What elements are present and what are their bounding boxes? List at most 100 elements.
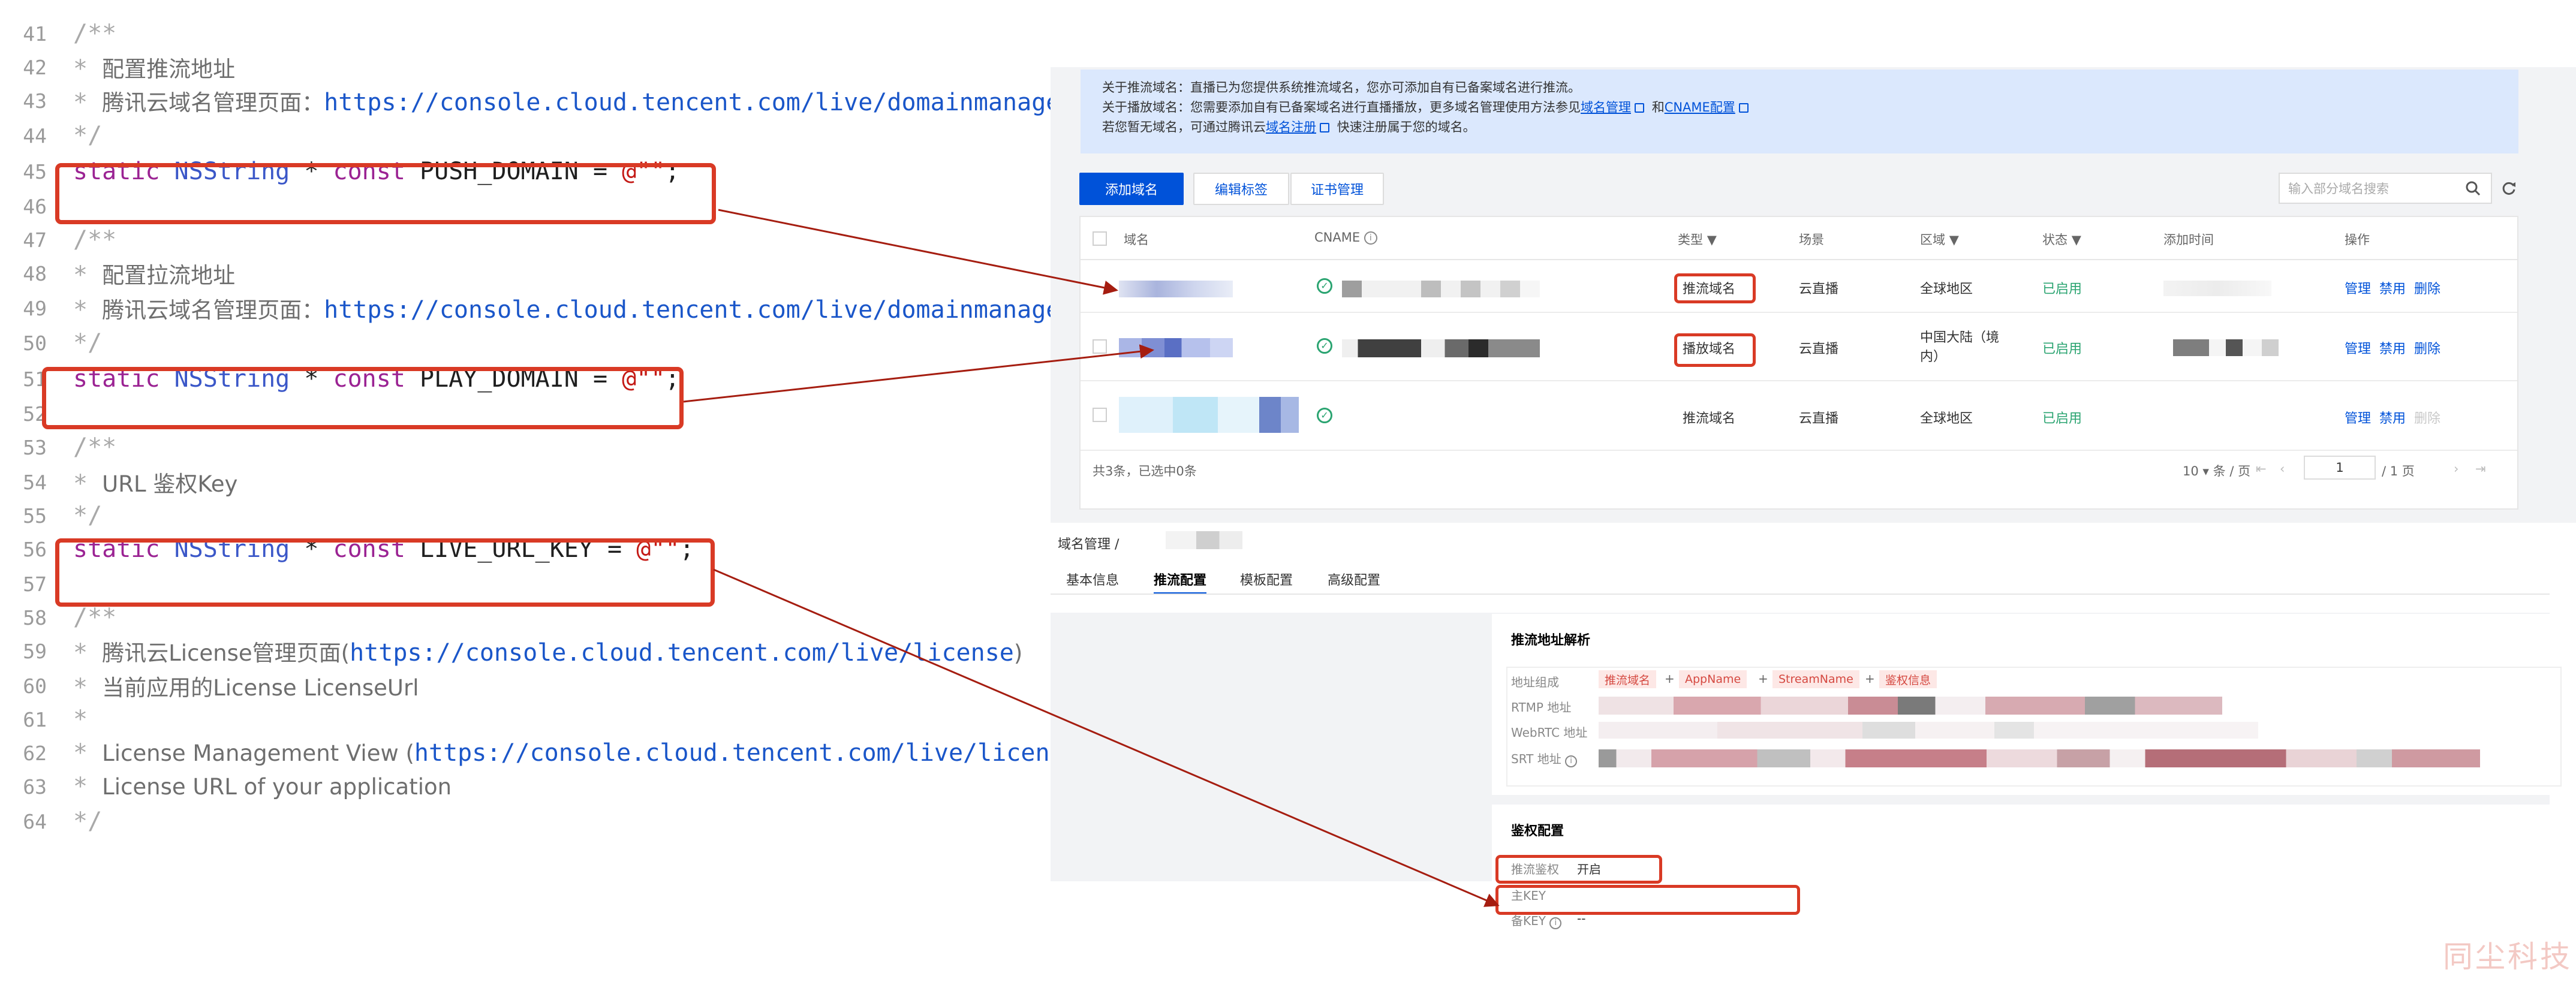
info-icon[interactable]: i bbox=[1364, 231, 1377, 245]
line-number: 44 bbox=[23, 123, 47, 147]
region-line-2: 内） bbox=[1920, 350, 1947, 365]
domain-scene: 云直播 bbox=[1799, 342, 1839, 357]
info-icon[interactable]: i bbox=[1565, 755, 1578, 767]
line-number: 48 bbox=[23, 261, 47, 285]
filter-icon[interactable]: ▼ bbox=[1949, 233, 1959, 247]
cert-manage-button[interactable]: 证书管理 bbox=[1290, 173, 1384, 205]
highlight-push-type bbox=[1674, 273, 1756, 303]
row-checkbox[interactable] bbox=[1093, 339, 1107, 354]
code-editor[interactable]: 41/** 42 * 配置推流地址 43 * 腾讯云域名管理页面：https://c… bbox=[0, 0, 1051, 899]
search-icon[interactable] bbox=[2464, 180, 2481, 197]
code-line: 64 */ bbox=[0, 805, 1051, 838]
line-number: 64 bbox=[23, 809, 47, 833]
line-number: 46 bbox=[23, 194, 47, 218]
table-row[interactable]: ✓ 推流域名 云直播 全球地区 已启用 管理 禁用 删除 bbox=[1081, 381, 2517, 451]
col-cname-label: CNAME bbox=[1314, 230, 1361, 245]
cname-config-link[interactable]: CNAME配置 bbox=[1665, 100, 1735, 115]
line-number: 45 bbox=[23, 159, 47, 183]
code-text: /** bbox=[60, 433, 116, 461]
page-size-select[interactable]: 10 ▾ 条 / 页 bbox=[2183, 462, 2250, 480]
tab-basic-info[interactable]: 基本信息 bbox=[1066, 570, 1119, 589]
manage-link[interactable]: 管理 bbox=[2345, 408, 2371, 427]
manage-link[interactable]: 管理 bbox=[2345, 278, 2371, 297]
backup-key-text: 备KEY bbox=[1511, 914, 1546, 928]
redacted-webrtc-url bbox=[1599, 722, 2258, 739]
code-text: * 配置拉流地址 bbox=[60, 257, 235, 290]
code-text: * bbox=[60, 706, 88, 733]
breadcrumb[interactable]: 域名管理 / bbox=[1058, 534, 1119, 553]
domain-region: 全球地区 bbox=[1920, 282, 1973, 297]
domain-search-input[interactable]: 输入部分域名搜索 bbox=[2279, 173, 2492, 204]
page-size-value: 10 bbox=[2183, 464, 2199, 478]
notice-line-3: 若您暂无域名，可通过腾讯云域名注册 快速注册属于您的域名。 bbox=[1102, 118, 2497, 137]
tab-advanced-config[interactable]: 高级配置 bbox=[1328, 570, 1380, 589]
comment-token: /** bbox=[73, 20, 117, 47]
domain-register-link[interactable]: 域名注册 bbox=[1266, 120, 1316, 134]
code-line: 63 * License URL of your application bbox=[0, 770, 1051, 803]
comment-token: * bbox=[73, 296, 103, 324]
col-scene: 场景 bbox=[1799, 233, 1824, 247]
comment-token: /** bbox=[73, 604, 117, 631]
notice-text: 若您暂无域名，可通过腾讯云 bbox=[1102, 120, 1266, 134]
comment-text: 腾讯云License管理页面( bbox=[102, 640, 350, 666]
page-input[interactable]: 1 bbox=[2304, 456, 2376, 480]
comment-text: 配置推流地址 bbox=[102, 56, 236, 82]
tab-push-config[interactable]: 推流配置 bbox=[1154, 570, 1207, 595]
watermark: 同尘科技 bbox=[2443, 939, 2572, 974]
redacted-domain bbox=[1119, 281, 1233, 297]
info-icon[interactable]: i bbox=[1549, 917, 1562, 929]
domain-scene: 云直播 bbox=[1799, 411, 1839, 426]
last-page-button[interactable]: ⇥ bbox=[2475, 462, 2486, 476]
external-link-icon bbox=[1320, 123, 1329, 132]
external-link-icon bbox=[1635, 103, 1644, 113]
next-page-button[interactable]: › bbox=[2454, 462, 2458, 476]
comment-text: 配置拉流地址 bbox=[102, 263, 236, 288]
tab-template-config[interactable]: 模板配置 bbox=[1240, 570, 1293, 589]
tab-divider bbox=[1051, 594, 2550, 595]
disable-link[interactable]: 禁用 bbox=[2379, 408, 2406, 427]
disable-link[interactable]: 禁用 bbox=[2379, 278, 2406, 297]
table-row[interactable]: ✓ 推流域名 云直播 全球地区 已启用 管理 禁用 删除 bbox=[1081, 260, 2517, 313]
code-line: 47 /** bbox=[0, 223, 1051, 257]
add-domain-button[interactable]: 添加域名 bbox=[1079, 173, 1184, 205]
code-line: 44 */ bbox=[0, 119, 1051, 152]
comment-url: https://console.cloud.tencent.com/live/l… bbox=[414, 739, 1051, 767]
code-line: 55 */ bbox=[0, 499, 1051, 532]
code-text: */ bbox=[60, 122, 102, 149]
comment-text: 腾讯云域名管理页面： bbox=[102, 90, 324, 116]
comment-url: https://console.cloud.tencent.com/live/l… bbox=[350, 639, 1014, 667]
code-text: * License Management View (https://conso… bbox=[60, 739, 1051, 767]
comment-text: 腾讯云域名管理页面： bbox=[102, 297, 324, 323]
highlight-play-domain bbox=[42, 367, 684, 429]
table-row[interactable]: ✓ 播放域名 云直播 中国大陆（境 内） 已启用 管理 禁用 删除 bbox=[1081, 313, 2517, 381]
first-page-button[interactable]: ⇤ bbox=[2256, 462, 2267, 476]
refresh-icon[interactable] bbox=[2500, 180, 2517, 197]
code-line: 62 * License Management View (https://co… bbox=[0, 736, 1051, 770]
col-type[interactable]: 类型 ▼ bbox=[1678, 230, 1717, 248]
filter-icon[interactable]: ▼ bbox=[1707, 233, 1717, 247]
search-placeholder: 输入部分域名搜索 bbox=[2288, 182, 2389, 196]
delete-link[interactable]: 删除 bbox=[2414, 278, 2440, 297]
webrtc-label: WebRTC 地址 bbox=[1511, 725, 1588, 740]
push-parse-card: 推流地址解析 地址组成 推流域名 + AppName + StreamName … bbox=[1492, 614, 2576, 795]
redacted-time bbox=[2163, 281, 2271, 296]
select-all-checkbox[interactable] bbox=[1093, 231, 1107, 246]
line-number: 47 bbox=[23, 228, 47, 252]
delete-link[interactable]: 删除 bbox=[2414, 338, 2440, 357]
comment-token: * bbox=[73, 674, 103, 701]
addr-label: 地址组成 bbox=[1511, 675, 1559, 689]
manage-link[interactable]: 管理 bbox=[2345, 338, 2371, 357]
prev-page-button[interactable]: ‹ bbox=[2280, 462, 2285, 476]
disable-link[interactable]: 禁用 bbox=[2379, 338, 2406, 357]
filter-icon[interactable]: ▼ bbox=[2072, 233, 2081, 247]
edit-tags-button[interactable]: 编辑标签 bbox=[1193, 173, 1289, 205]
col-status[interactable]: 状态 ▼ bbox=[2042, 230, 2081, 248]
code-text: /** bbox=[60, 20, 116, 47]
per-page-label: 条 / 页 bbox=[2213, 464, 2251, 478]
domain-manage-link[interactable]: 域名管理 bbox=[1581, 100, 1631, 115]
row-checkbox[interactable] bbox=[1093, 408, 1107, 422]
code-text: */ bbox=[60, 329, 102, 357]
col-region[interactable]: 区域 ▼ bbox=[1920, 230, 1959, 248]
domain-table: 域名 CNAME i 类型 ▼ 场景 区域 ▼ 状态 ▼ 添加时间 操作 ✓ 推… bbox=[1079, 216, 2518, 510]
redacted-domain-name bbox=[1166, 531, 1242, 549]
